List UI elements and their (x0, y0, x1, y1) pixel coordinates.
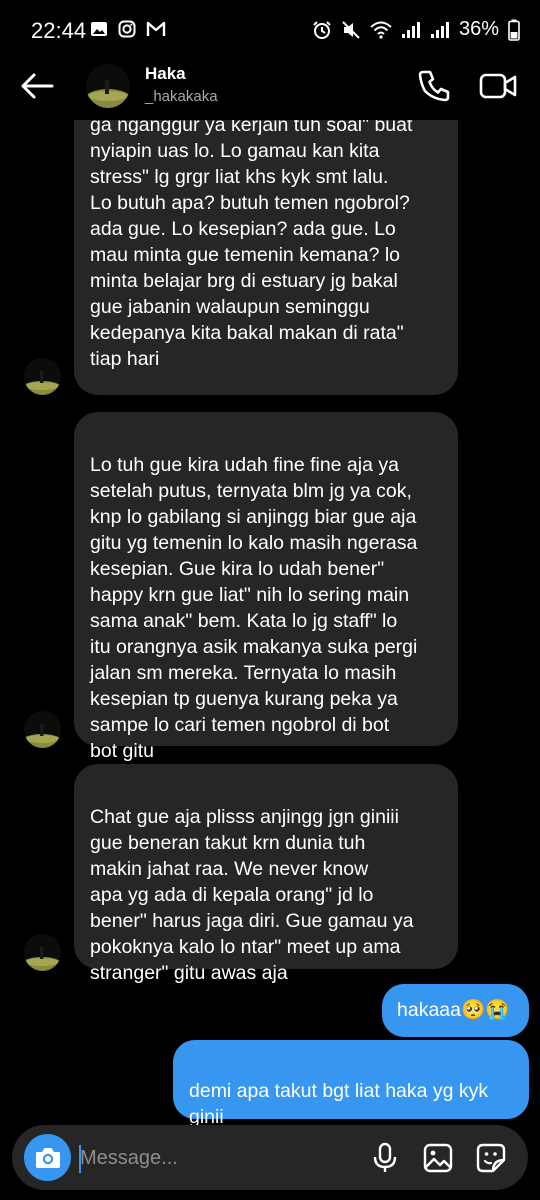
phone-icon (418, 70, 450, 102)
chat-header: Haka _hakakaka (0, 62, 540, 120)
message-text: Chat gue aja plisss anjingg jgn giniii g… (90, 806, 414, 984)
arrow-left-icon (21, 73, 54, 99)
avatar[interactable] (86, 64, 130, 108)
battery-icon (508, 19, 520, 41)
camera-icon (35, 1147, 60, 1168)
sender-avatar[interactable] (24, 358, 61, 395)
gallery-icon (423, 1143, 453, 1173)
incoming-message[interactable]: ...anjing ya lo kalo butuh apa apa... ga… (74, 120, 458, 395)
microphone-icon (373, 1142, 397, 1172)
call-button[interactable] (414, 66, 454, 106)
contact-username[interactable]: _hakakaka (145, 88, 218, 105)
instagram-notification-icon (118, 20, 136, 38)
message-text: Lo tuh gue kira udah fine fine aja ya se… (90, 454, 418, 762)
contact-name[interactable]: Haka (145, 64, 186, 84)
message-composer (12, 1125, 528, 1190)
back-button[interactable] (18, 66, 58, 106)
mute-icon (342, 20, 360, 39)
incoming-message[interactable]: Chat gue aja plisss anjingg jgn giniii g… (74, 764, 458, 984)
sticker-button[interactable] (474, 1141, 508, 1175)
signal-icon (401, 21, 420, 38)
video-camera-icon (479, 73, 517, 99)
status-time: 22:44 (31, 18, 87, 43)
wifi-icon (370, 21, 392, 39)
message-input[interactable] (80, 1143, 280, 1173)
sender-avatar[interactable] (24, 711, 61, 748)
gallery-notification-icon (91, 22, 107, 36)
message-text: ...anjing ya lo kalo butuh apa apa... ga… (90, 120, 413, 370)
outgoing-message[interactable]: hakaaa🥺😭 (382, 984, 529, 1037)
message-thread[interactable]: ...anjing ya lo kalo butuh apa apa... ga… (0, 120, 540, 1125)
outgoing-message[interactable]: demi apa takut bgt liat haka yg kyk gini… (173, 1040, 529, 1125)
sender-avatar[interactable] (24, 934, 61, 971)
voice-message-button[interactable] (368, 1141, 402, 1175)
message-text: hakaaa🥺😭 (397, 999, 510, 1021)
camera-button[interactable] (24, 1134, 71, 1181)
gallery-button[interactable] (421, 1141, 455, 1175)
signal-icon-2 (430, 21, 449, 38)
status-bar: 22:44 36% (0, 0, 540, 62)
message-text: demi apa takut bgt liat haka yg kyk gini… (189, 1080, 489, 1125)
notification-icons (90, 20, 166, 38)
battery-percent: 36% (458, 18, 499, 40)
system-icons: 36% (312, 18, 520, 41)
gmail-notification-icon (146, 21, 166, 36)
sticker-icon (476, 1143, 506, 1173)
incoming-message[interactable]: Lo tuh gue kira udah fine fine aja ya se… (74, 412, 458, 762)
alarm-icon (313, 20, 331, 39)
video-call-button[interactable] (478, 66, 518, 106)
